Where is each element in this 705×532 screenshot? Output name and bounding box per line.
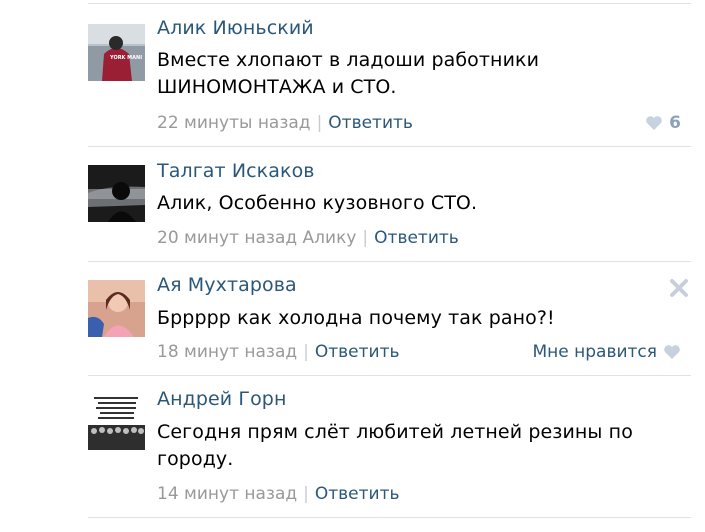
comment-time[interactable]: 18 минут назад	[157, 342, 297, 362]
comment-author[interactable]: Талгат Искаков	[157, 160, 315, 182]
heart-icon	[664, 345, 680, 359]
divider: |	[316, 113, 323, 133]
like-label[interactable]: Мне нравится	[532, 342, 657, 362]
comment-meta: 14 минут назад | Ответить	[157, 484, 400, 504]
comments-list: YORK MANI Алик Июньский Вместе хлопают в…	[0, 0, 705, 532]
comment-time[interactable]: 14 минут назад	[157, 484, 297, 504]
divider: |	[303, 342, 309, 362]
divider: |	[362, 228, 369, 248]
divider	[88, 517, 691, 518]
reply-to-link[interactable]: Алику	[303, 228, 357, 248]
comment-time[interactable]: 22 минуты назад	[157, 113, 311, 133]
likes-count: 6	[669, 113, 681, 133]
avatar-car-interior-icon[interactable]	[88, 165, 145, 222]
avatar-girl-photo-icon[interactable]	[88, 280, 145, 337]
reply-button[interactable]: Ответить	[315, 342, 400, 362]
heart-icon	[646, 116, 662, 130]
avatar-caption: YORK MANI	[109, 55, 142, 61]
reply-button[interactable]: Ответить	[328, 113, 413, 133]
comment-text: Брpppp как холодна почему так рано?!	[157, 307, 555, 329]
comment-meta: 18 минут назад | Ответить	[157, 342, 400, 362]
avatar-person-red-hoodie-icon[interactable]: YORK MANI	[88, 24, 145, 81]
comment-meta: 22 минуты назад | Ответить	[157, 113, 413, 133]
comment-author[interactable]: Ая Мухтарова	[157, 274, 297, 296]
avatar-meme-text-icon[interactable]	[88, 393, 145, 450]
comment-time[interactable]: 20 минут назад	[157, 228, 297, 248]
reply-button[interactable]: Ответить	[315, 484, 400, 504]
reply-button[interactable]: Ответить	[374, 228, 459, 248]
comment-meta: 20 минут назад Алику | Ответить	[157, 228, 459, 248]
close-icon[interactable]	[669, 278, 689, 298]
comment-text: Вместе хлопают в ладоши работники ШИНОМО…	[157, 49, 540, 98]
like-button[interactable]: Мне нравится	[532, 342, 681, 362]
comment-text: Сегодня прям слёт любитей летней резины …	[157, 421, 633, 470]
comment-author[interactable]: Андрей Горн	[157, 388, 287, 410]
divider	[88, 3, 691, 4]
divider	[88, 146, 691, 147]
comment-text: Алик, Особенно кузовного СТО.	[157, 192, 478, 214]
divider: |	[303, 484, 309, 504]
like-button[interactable]: 6	[645, 113, 681, 133]
comment-author[interactable]: Алик Июньский	[157, 17, 314, 39]
divider	[88, 375, 691, 376]
divider	[88, 261, 691, 262]
